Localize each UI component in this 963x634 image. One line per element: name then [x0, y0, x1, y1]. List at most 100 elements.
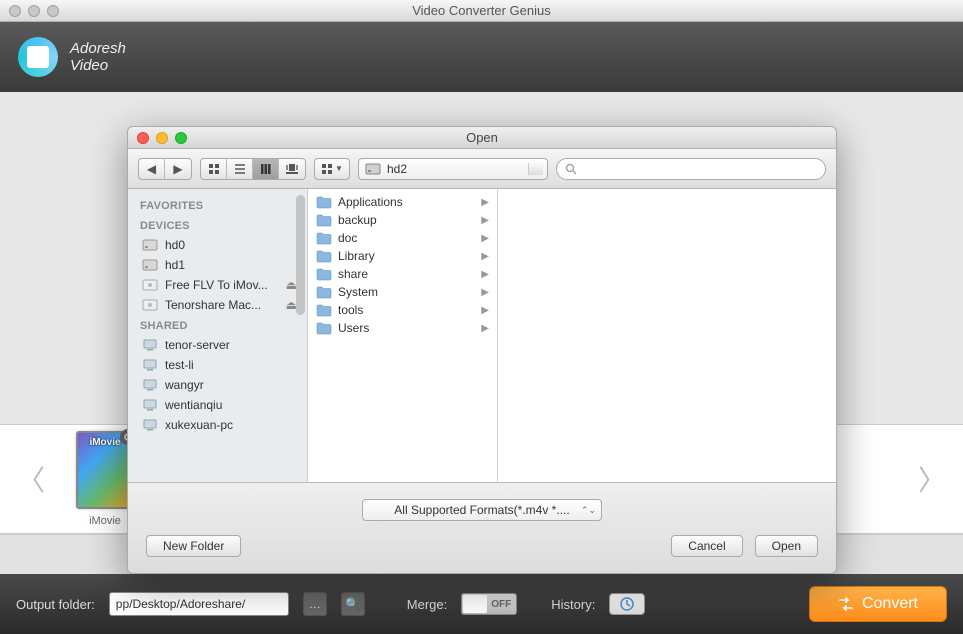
dialog-zoom-button[interactable]: [175, 132, 187, 144]
file-name: doc: [338, 231, 357, 245]
sidebar-item[interactable]: wangyr: [128, 375, 307, 395]
sidebar-item-label: Tenorshare Mac...: [165, 298, 261, 312]
view-column-button[interactable]: [253, 159, 279, 179]
file-column-blank: [498, 189, 836, 482]
network-icon: [142, 418, 158, 432]
dialog-close-button[interactable]: [137, 132, 149, 144]
sidebar-item-label: xukexuan-pc: [165, 418, 233, 432]
view-icon-button[interactable]: [201, 159, 227, 179]
dialog-title: Open: [128, 130, 836, 145]
folder-icon: [316, 321, 332, 335]
file-row[interactable]: backup▶: [308, 211, 497, 229]
file-row[interactable]: share▶: [308, 265, 497, 283]
convert-icon: [838, 596, 854, 612]
open-dialog: Open ◀ ▶: [127, 126, 837, 574]
coverflow-view-icon: [285, 163, 299, 175]
nav-back-button[interactable]: ◀: [139, 159, 165, 179]
sidebar-scrollbar[interactable]: [296, 195, 305, 315]
sidebar-item[interactable]: hd1: [128, 255, 307, 275]
hdd-icon: [142, 258, 158, 272]
view-coverflow-button[interactable]: [279, 159, 305, 179]
dialog-traffic-lights: [128, 132, 187, 144]
app-logo-icon: [18, 37, 58, 77]
carousel-next-button[interactable]: 〉: [925, 449, 939, 509]
history-button[interactable]: [609, 593, 645, 615]
browse-folder-button[interactable]: …: [303, 592, 327, 616]
nav-forward-button[interactable]: ▶: [165, 159, 191, 179]
carousel-prev-button[interactable]: 〈: [24, 449, 38, 509]
sidebar-item[interactable]: Tenorshare Mac...⏏: [128, 295, 307, 315]
sidebar-header: SHARED: [128, 315, 307, 335]
file-name: Users: [338, 321, 369, 335]
new-folder-button[interactable]: New Folder: [146, 535, 241, 557]
file-row[interactable]: Users ▶: [308, 319, 497, 337]
disk-icon: [142, 278, 158, 292]
chevron-right-icon: ▶: [481, 215, 489, 226]
chevron-right-icon: ▶: [481, 251, 489, 262]
dialog-minimize-button[interactable]: [156, 132, 168, 144]
nav-seg: ◀ ▶: [138, 158, 192, 180]
cancel-button[interactable]: Cancel: [671, 535, 742, 557]
dialog-footer: All Supported Formats(*.m4v *.... New Fo…: [128, 483, 836, 573]
sidebar-item[interactable]: Free FLV To iMov...⏏: [128, 275, 307, 295]
folder-icon: [316, 267, 332, 281]
file-row[interactable]: tools▶: [308, 301, 497, 319]
chevron-right-icon: ▶: [481, 197, 489, 208]
view-list-button[interactable]: [227, 159, 253, 179]
arrange-icon: [321, 163, 333, 175]
folder-icon: [316, 303, 332, 317]
file-column[interactable]: Applications▶backup▶doc▶Library▶share▶Sy…: [308, 189, 498, 482]
search-input[interactable]: [581, 162, 817, 176]
app-close-button[interactable]: [9, 5, 21, 17]
file-browser: Applications▶backup▶doc▶Library▶share▶Sy…: [308, 189, 836, 482]
sidebar-item-label: Free FLV To iMov...: [165, 278, 268, 292]
chevron-right-icon: ▶: [481, 305, 489, 316]
file-row[interactable]: System▶: [308, 283, 497, 301]
chevron-right-icon: ▶: [481, 269, 489, 280]
file-row[interactable]: Applications ▶: [308, 193, 497, 211]
carousel-item[interactable]: iMovieiMovie: [76, 431, 134, 527]
file-row[interactable]: Library▶: [308, 247, 497, 265]
dialog-titlebar: Open: [128, 127, 836, 149]
convert-button[interactable]: Convert: [809, 586, 947, 622]
path-selector[interactable]: hd2: [358, 158, 548, 180]
dialog-body: FAVORITESDEVICEShd0hd1Free FLV To iMov..…: [128, 189, 836, 483]
folder-icon: [316, 195, 332, 209]
view-seg: [200, 158, 306, 180]
arrange-seg: ▼: [314, 158, 350, 180]
sidebar-item-label: tenor-server: [165, 338, 230, 352]
sidebar[interactable]: FAVORITESDEVICEShd0hd1Free FLV To iMov..…: [128, 189, 308, 482]
app-header: Adoresh Video: [0, 22, 963, 92]
search-field[interactable]: [556, 158, 826, 180]
arrange-button[interactable]: ▼: [315, 159, 349, 179]
clock-icon: [620, 597, 634, 611]
format-filter-select[interactable]: All Supported Formats(*.m4v *....: [362, 499, 602, 521]
sidebar-item-label: hd0: [165, 238, 185, 252]
network-icon: [142, 398, 158, 412]
open-button[interactable]: Open: [755, 535, 818, 557]
app-minimize-button[interactable]: [28, 5, 40, 17]
sidebar-item[interactable]: tenor-server: [128, 335, 307, 355]
file-name: System: [338, 285, 378, 299]
sidebar-item[interactable]: wentianqiu: [128, 395, 307, 415]
output-folder-input[interactable]: [109, 592, 289, 616]
file-name: Applications: [338, 195, 403, 209]
bottom-bar: Output folder: … 🔍 Merge: OFF History: C…: [0, 574, 963, 634]
sidebar-item-label: wangyr: [165, 378, 204, 392]
open-folder-button[interactable]: 🔍: [341, 592, 365, 616]
file-row[interactable]: doc ▶: [308, 229, 497, 247]
folder-icon: [316, 285, 332, 299]
network-icon: [142, 378, 158, 392]
app-zoom-button[interactable]: [47, 5, 59, 17]
list-view-icon: [234, 163, 246, 175]
hdd-icon: [142, 238, 158, 252]
sidebar-item[interactable]: test-li: [128, 355, 307, 375]
sidebar-item[interactable]: hd0: [128, 235, 307, 255]
merge-toggle[interactable]: OFF: [461, 593, 517, 615]
app-titlebar: Video Converter Genius: [0, 0, 963, 22]
chevron-right-icon: ▶: [481, 233, 489, 244]
chevron-right-icon: ▶: [481, 323, 489, 334]
output-folder-label: Output folder:: [16, 597, 95, 612]
sidebar-header: FAVORITES: [128, 195, 307, 215]
sidebar-item[interactable]: xukexuan-pc: [128, 415, 307, 435]
